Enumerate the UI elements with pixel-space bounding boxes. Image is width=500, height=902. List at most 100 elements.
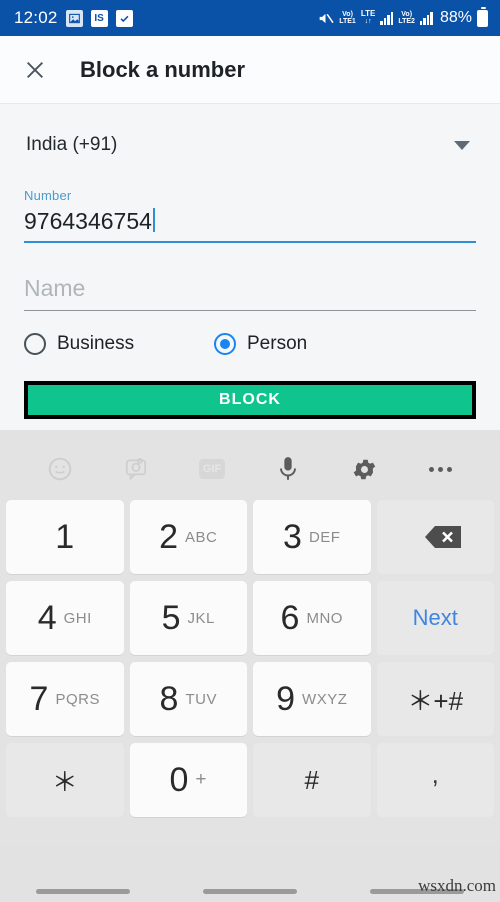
gif-icon[interactable]: GIF	[174, 459, 250, 479]
key-symbols-label: ＊+#	[407, 685, 464, 716]
key-9-letters: WXYZ	[302, 690, 348, 708]
key-5-letters: JKL	[187, 609, 215, 627]
more-options-icon[interactable]	[402, 466, 478, 472]
key-9[interactable]: 9 WXYZ	[253, 662, 371, 736]
radio-person-label: Person	[247, 333, 308, 354]
radio-person-icon	[214, 333, 236, 355]
keypad-row-3: 7 PQRS 8 TUV 9 WXYZ ＊+#	[6, 662, 494, 736]
key-0-num: 0	[169, 760, 189, 799]
watermark: wsxdn.com	[418, 876, 496, 895]
key-4[interactable]: 4 GHI	[6, 581, 124, 655]
key-5[interactable]: 5 JKL	[129, 581, 247, 655]
sim1-label: LTE1	[339, 18, 356, 25]
keypad: 1 2 ABC 3 DEF 4 GHI 5 JKL 6 MNO Next 7 P…	[0, 498, 500, 817]
block-button-wrap: BLOCK	[24, 381, 476, 419]
key-7-letters: PQRS	[55, 690, 100, 708]
key-6-num: 6	[280, 598, 300, 637]
key-next-label: Next	[412, 605, 458, 630]
block-number-form: India (+91) Number 9764346754 Name Busin…	[0, 104, 500, 430]
key-comma[interactable]: ,	[376, 743, 494, 817]
name-input[interactable]: Name	[24, 263, 476, 310]
key-asterisk[interactable]: ＊	[6, 743, 124, 817]
key-3[interactable]: 3 DEF	[253, 500, 371, 574]
sim1-volte-label: Vo)	[342, 11, 353, 18]
number-field-underline	[24, 241, 476, 243]
key-8-letters: TUV	[185, 690, 217, 708]
keypad-row-4: ＊ 0 + # ,	[6, 743, 494, 817]
key-7[interactable]: 7 PQRS	[6, 662, 124, 736]
number-input-value: 9764346754	[24, 208, 152, 234]
settings-gear-icon[interactable]	[326, 456, 402, 483]
chevron-down-icon	[454, 140, 470, 150]
home-pill[interactable]	[202, 889, 297, 894]
status-bar-right: Vo) LTE1 LTE ↓↑ Vo) LTE2 88%	[317, 6, 488, 27]
numeric-keyboard: GIF 1 2 ABC 3 DEF 4 GHI 5 JKL 6 MNO Next…	[0, 440, 500, 902]
signal-bars-sim1-icon	[380, 11, 394, 25]
key-0-plus: +	[195, 769, 208, 790]
key-3-letters: DEF	[308, 528, 341, 546]
sim2-volte-icon: Vo) LTE2	[398, 11, 415, 25]
radio-business-label: Business	[57, 333, 135, 354]
sim1-volte-icon: Vo) LTE1	[339, 11, 356, 25]
key-9-num: 9	[276, 679, 296, 718]
photo-icon	[65, 9, 83, 27]
emoji-icon[interactable]	[22, 456, 98, 482]
number-field-group[interactable]: Number 9764346754	[24, 188, 476, 243]
key-4-letters: GHI	[63, 609, 92, 627]
country-selector[interactable]: India (+91)	[24, 130, 476, 168]
key-5-num: 5	[161, 598, 181, 637]
battery-percent: 88%	[439, 9, 472, 26]
key-2[interactable]: 2 ABC	[129, 500, 247, 574]
status-bar-left: 12:02 IS	[14, 8, 133, 28]
key-6-letters: MNO	[306, 609, 343, 627]
key-hash[interactable]: #	[253, 743, 371, 817]
gif-label: GIF	[199, 459, 225, 479]
key-backspace[interactable]	[376, 500, 494, 574]
name-field-group[interactable]: Name	[24, 263, 476, 311]
key-comma-label: ,	[431, 758, 439, 789]
key-1-num: 1	[55, 517, 75, 556]
page-title: Block a number	[80, 56, 246, 82]
radio-business-icon	[24, 333, 46, 355]
key-next[interactable]: Next	[376, 581, 494, 655]
key-1[interactable]: 1	[6, 500, 124, 574]
key-4-num: 4	[37, 598, 57, 637]
keypad-row-2: 4 GHI 5 JKL 6 MNO Next	[6, 581, 494, 655]
key-2-letters: ABC	[185, 528, 218, 546]
key-7-num: 7	[29, 679, 49, 718]
sticker-icon[interactable]	[98, 456, 174, 482]
status-bar: 12:02 IS Vo) LTE1 LTE ↓↑ Vo) LTE2 88%	[0, 0, 500, 36]
key-6[interactable]: 6 MNO	[253, 581, 371, 655]
block-button[interactable]: BLOCK	[24, 381, 476, 419]
radio-option-person[interactable]: Person	[214, 333, 307, 355]
key-0[interactable]: 0 +	[129, 743, 247, 817]
contact-type-radio-group: Business Person	[24, 333, 476, 355]
key-3-num: 3	[283, 517, 302, 556]
phone-screen: 12:02 IS Vo) LTE1 LTE ↓↑ Vo) LTE2 88% Bl…	[0, 0, 500, 902]
radio-option-business[interactable]: Business	[24, 333, 214, 355]
is-app-icon: IS	[90, 9, 108, 27]
sim2-label: LTE2	[398, 18, 415, 25]
sim2-volte-label: Vo)	[401, 11, 413, 18]
number-input[interactable]: 9764346754	[24, 205, 476, 241]
key-2-num: 2	[159, 517, 179, 556]
key-8-num: 8	[159, 679, 179, 718]
status-clock: 12:02	[14, 8, 58, 27]
key-asterisk-label: ＊	[51, 766, 78, 797]
number-field-label: Number	[24, 188, 72, 203]
signal-bars-sim2-icon	[419, 11, 433, 25]
backspace-icon	[407, 521, 463, 553]
battery-icon	[477, 6, 488, 27]
checkbox-icon	[115, 9, 133, 27]
key-8[interactable]: 8 TUV	[129, 662, 247, 736]
mute-icon	[317, 11, 334, 26]
lte-label: LTE	[360, 9, 376, 18]
text-cursor	[152, 208, 155, 232]
key-symbols[interactable]: ＊+#	[376, 662, 494, 736]
close-icon[interactable]	[18, 53, 52, 87]
recents-pill[interactable]	[36, 889, 131, 894]
microphone-icon[interactable]	[250, 455, 326, 483]
keypad-row-1: 1 2 ABC 3 DEF	[6, 500, 494, 574]
data-arrows: ↓↑	[364, 18, 372, 25]
app-bar: Block a number	[0, 36, 500, 104]
